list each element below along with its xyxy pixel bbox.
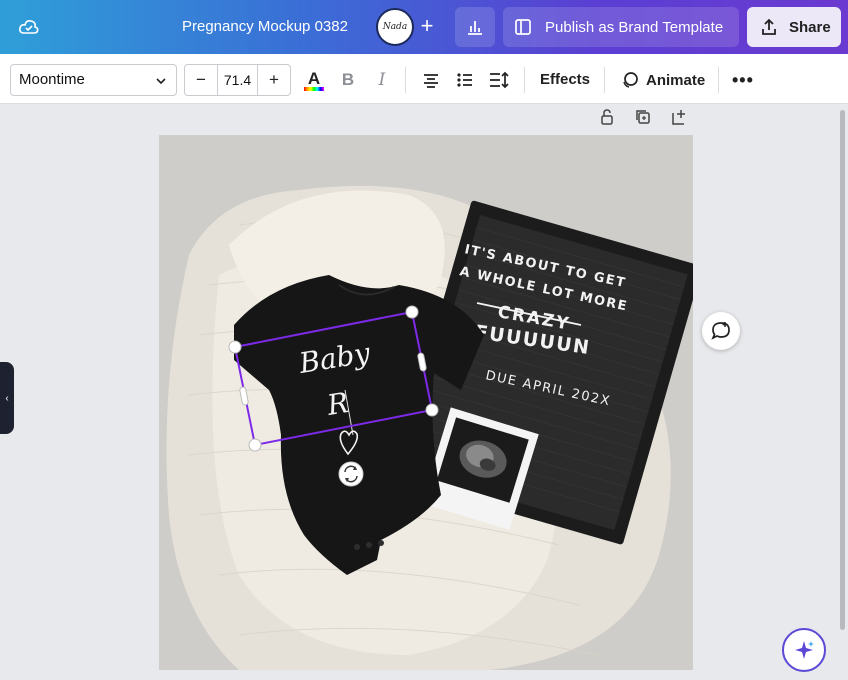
- rotate-icon[interactable]: [338, 461, 364, 487]
- color-bar: [304, 87, 324, 91]
- font-size-stepper: − 71.4 +: [184, 64, 291, 96]
- top-header: Pregnancy Mockup 0382 Nada + Publish as …: [0, 0, 848, 54]
- increase-font-size-button[interactable]: +: [258, 65, 290, 95]
- resize-handle-top-left[interactable]: [228, 340, 242, 354]
- italic-button[interactable]: I: [370, 68, 394, 92]
- font-size-input[interactable]: 71.4: [217, 65, 258, 95]
- magic-assistant-button[interactable]: [782, 628, 826, 672]
- comment-icon: [711, 322, 730, 340]
- add-comment-button[interactable]: [702, 312, 740, 350]
- animate-button[interactable]: Animate: [620, 68, 705, 92]
- publish-label: Publish as Brand Template: [545, 18, 724, 36]
- upload-icon: [762, 18, 776, 35]
- more-options-button[interactable]: •••: [732, 70, 754, 91]
- divider: [718, 67, 719, 93]
- bold-button[interactable]: B: [336, 68, 360, 92]
- side-panel-toggle[interactable]: ‹: [0, 362, 14, 434]
- document-title[interactable]: Pregnancy Mockup 0382: [182, 18, 348, 35]
- resize-handle-bottom-left[interactable]: [248, 438, 262, 452]
- vertical-scrollbar[interactable]: [840, 110, 845, 630]
- chevron-down-icon: [156, 78, 166, 85]
- text-color-glyph: A: [307, 69, 321, 88]
- magic-icon: [795, 641, 814, 659]
- duplicate-icon[interactable]: [634, 108, 652, 126]
- share-label: Share: [789, 18, 831, 36]
- editor-toolbar: Moontime − 71.4 + A B I Effects Animate …: [0, 54, 848, 104]
- font-family-select[interactable]: Moontime: [10, 64, 177, 96]
- align-center-icon[interactable]: [419, 68, 443, 92]
- cloud-icon[interactable]: [18, 16, 40, 38]
- share-button[interactable]: Share: [747, 7, 841, 47]
- text-color-button[interactable]: A: [302, 68, 326, 92]
- animate-icon: [623, 72, 638, 88]
- divider: [405, 67, 406, 93]
- resize-handle-top-right[interactable]: [405, 305, 419, 319]
- add-page-icon[interactable]: [670, 108, 688, 126]
- lock-icon[interactable]: [598, 108, 616, 126]
- resize-handle-bottom-right[interactable]: [425, 403, 439, 417]
- template-icon: [515, 19, 531, 35]
- publish-brand-template-button[interactable]: Publish as Brand Template: [503, 7, 739, 47]
- stats-button[interactable]: [455, 7, 495, 47]
- divider: [604, 67, 605, 93]
- animate-label: Animate: [646, 71, 706, 89]
- list-icon[interactable]: [453, 68, 477, 92]
- stats-icon: [468, 21, 482, 35]
- effects-button[interactable]: Effects: [540, 71, 590, 88]
- avatar[interactable]: Nada: [376, 8, 414, 46]
- design-canvas[interactable]: IT'S ABOUT TO GET A WHOLE LOT MORE CRAZY…: [159, 135, 693, 670]
- plus-icon[interactable]: +: [414, 14, 440, 40]
- spacing-icon[interactable]: [487, 68, 511, 92]
- font-name: Moontime: [19, 71, 85, 88]
- canvas-artwork: IT'S ABOUT TO GET A WHOLE LOT MORE CRAZY…: [159, 135, 693, 670]
- decrease-font-size-button[interactable]: −: [185, 65, 217, 95]
- divider: [524, 67, 525, 93]
